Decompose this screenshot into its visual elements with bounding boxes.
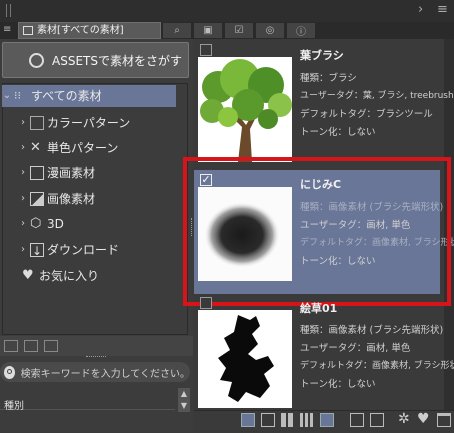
highlight-frame (183, 157, 451, 306)
item-tone: トーン化：しない (300, 127, 376, 138)
heart-icon[interactable]: ♥ (417, 411, 430, 427)
chevron-down-icon[interactable]: ⌄ (2, 84, 12, 108)
cube-icon: ⬡ (30, 216, 42, 231)
tree-item-label: 漫画素材 (47, 166, 96, 180)
keyword-search-field[interactable]: 検索キーワードを入力してください。 (0, 362, 190, 382)
tree-item-label: 3D (47, 217, 64, 231)
image-icon (30, 192, 44, 206)
tree-item-mono-pattern[interactable]: › ✕ 単色パターン (18, 136, 198, 160)
chevron-right-icon[interactable]: › (18, 136, 28, 160)
item-checkbox[interactable] (200, 44, 212, 56)
tree-item-label: すべての素材 (31, 89, 102, 103)
globe-icon[interactable]: ◎ (255, 22, 285, 39)
tree-item-label: ダウンロード (47, 243, 120, 257)
tree-brush-preview (198, 57, 292, 162)
view-list-icon[interactable] (320, 413, 334, 427)
search-icon[interactable]: ⌕ (162, 22, 192, 39)
item-title: 葉ブラシ (300, 49, 344, 62)
new-subfolder-icon[interactable] (24, 340, 38, 352)
view-detail-icon[interactable] (261, 413, 275, 427)
tree-item-label: 画像素材 (47, 192, 96, 206)
tree-item-download[interactable]: › ↓ ダウンロード (18, 238, 198, 262)
item-default-tag: デフォルトタグ：ブラシツール (300, 109, 433, 120)
filter-scroll-arrows[interactable]: ▲ ▼ (178, 388, 190, 412)
tree-item-favorites[interactable]: ♥ お気に入り (18, 264, 198, 288)
chevron-up-icon[interactable]: ▲ (178, 388, 190, 400)
paste-to-canvas-icon[interactable] (350, 413, 364, 427)
mono-pattern-icon: ✕ (30, 140, 41, 155)
item-checkbox[interactable] (200, 297, 212, 309)
info-icon[interactable]: ⓘ (286, 22, 316, 39)
item-type: 種類：ブラシ (300, 73, 357, 84)
new-folder-icon[interactable] (4, 340, 18, 352)
trash-icon[interactable] (437, 413, 451, 427)
assets-logo-icon (29, 52, 44, 68)
menu-icon[interactable]: ≡ (3, 25, 13, 35)
item-type: 種類：画像素材 (ブラシ先端形状) (300, 325, 444, 336)
chevron-right-icon[interactable]: › (18, 212, 28, 236)
heart-icon: ♥ (22, 268, 34, 283)
search-assets-button[interactable]: ASSETSで素材をさがす (2, 42, 189, 78)
grid-dots-icon: ⁝⁝ (14, 89, 21, 102)
tree-item-image[interactable]: › 画像素材 (18, 187, 198, 211)
view-small-grid-icon[interactable] (281, 413, 295, 427)
chevron-down-icon[interactable]: ▼ (178, 400, 190, 412)
tab-label: 素材[すべての素材] (37, 25, 124, 36)
chevron-right-icon[interactable]: › (18, 187, 28, 211)
chevron-right-icon[interactable]: › (418, 2, 423, 17)
type-filter-label: 種別 (4, 401, 24, 412)
item-default-tag: デフォルトタグ：画像素材, ブラシ形状 (300, 361, 454, 371)
tree-item-3d[interactable]: › ⬡ 3D (18, 212, 198, 236)
item-user-tag: ユーザータグ：葉, ブラシ, treebrush (300, 91, 454, 101)
material-thumbnail[interactable] (198, 310, 292, 408)
replace-icon[interactable] (370, 413, 384, 427)
tab-materials[interactable]: 素材[すべての素材] (18, 22, 161, 39)
chevron-right-icon[interactable]: › (18, 111, 28, 135)
palette-icon[interactable]: ▣ (193, 22, 223, 39)
tree-item-manga[interactable]: › 漫画素材 (18, 161, 198, 185)
item-title: 絵草01 (300, 302, 338, 315)
chevron-right-icon[interactable]: › (18, 161, 28, 185)
view-thumbnail-icon[interactable] (241, 413, 255, 427)
tree-item-color-pattern[interactable]: › カラーパターン (18, 111, 198, 135)
chevron-right-icon[interactable]: › (18, 238, 28, 262)
ink-brush-preview (198, 310, 292, 408)
splitter-handle[interactable] (86, 356, 106, 360)
type-filter-row (0, 391, 175, 410)
search-icon (4, 365, 15, 379)
folder-icon (23, 26, 33, 35)
edit-folder-icon[interactable] (44, 340, 58, 352)
item-user-tag: ユーザータグ：画材, 単色 (300, 343, 411, 354)
download-icon: ↓ (30, 243, 44, 258)
tree-item-label: 単色パターン (47, 141, 119, 155)
manga-icon (30, 166, 44, 180)
menu-icon[interactable]: ≡ (437, 2, 448, 17)
grip-icon[interactable] (6, 4, 11, 17)
tree-item-label: カラーパターン (47, 116, 131, 130)
assets-button-label: ASSETSで素材をさがす (52, 53, 182, 68)
color-pattern-icon (30, 116, 44, 130)
item-tone: トーン化：しない (300, 379, 376, 390)
tree-item-all-materials[interactable]: ⌄ ⁝⁝ すべての素材 (2, 85, 176, 107)
search-placeholder: 検索キーワードを入力してください。 (20, 368, 190, 380)
tree-item-label: お気に入り (39, 269, 100, 283)
checkbox-icon[interactable]: ☑ (224, 22, 254, 39)
panel-title-bar: › ≡ (0, 0, 454, 23)
view-tiny-grid-icon[interactable] (300, 413, 314, 427)
gear-icon[interactable]: ✲ (398, 411, 410, 427)
material-thumbnail[interactable] (198, 57, 292, 162)
